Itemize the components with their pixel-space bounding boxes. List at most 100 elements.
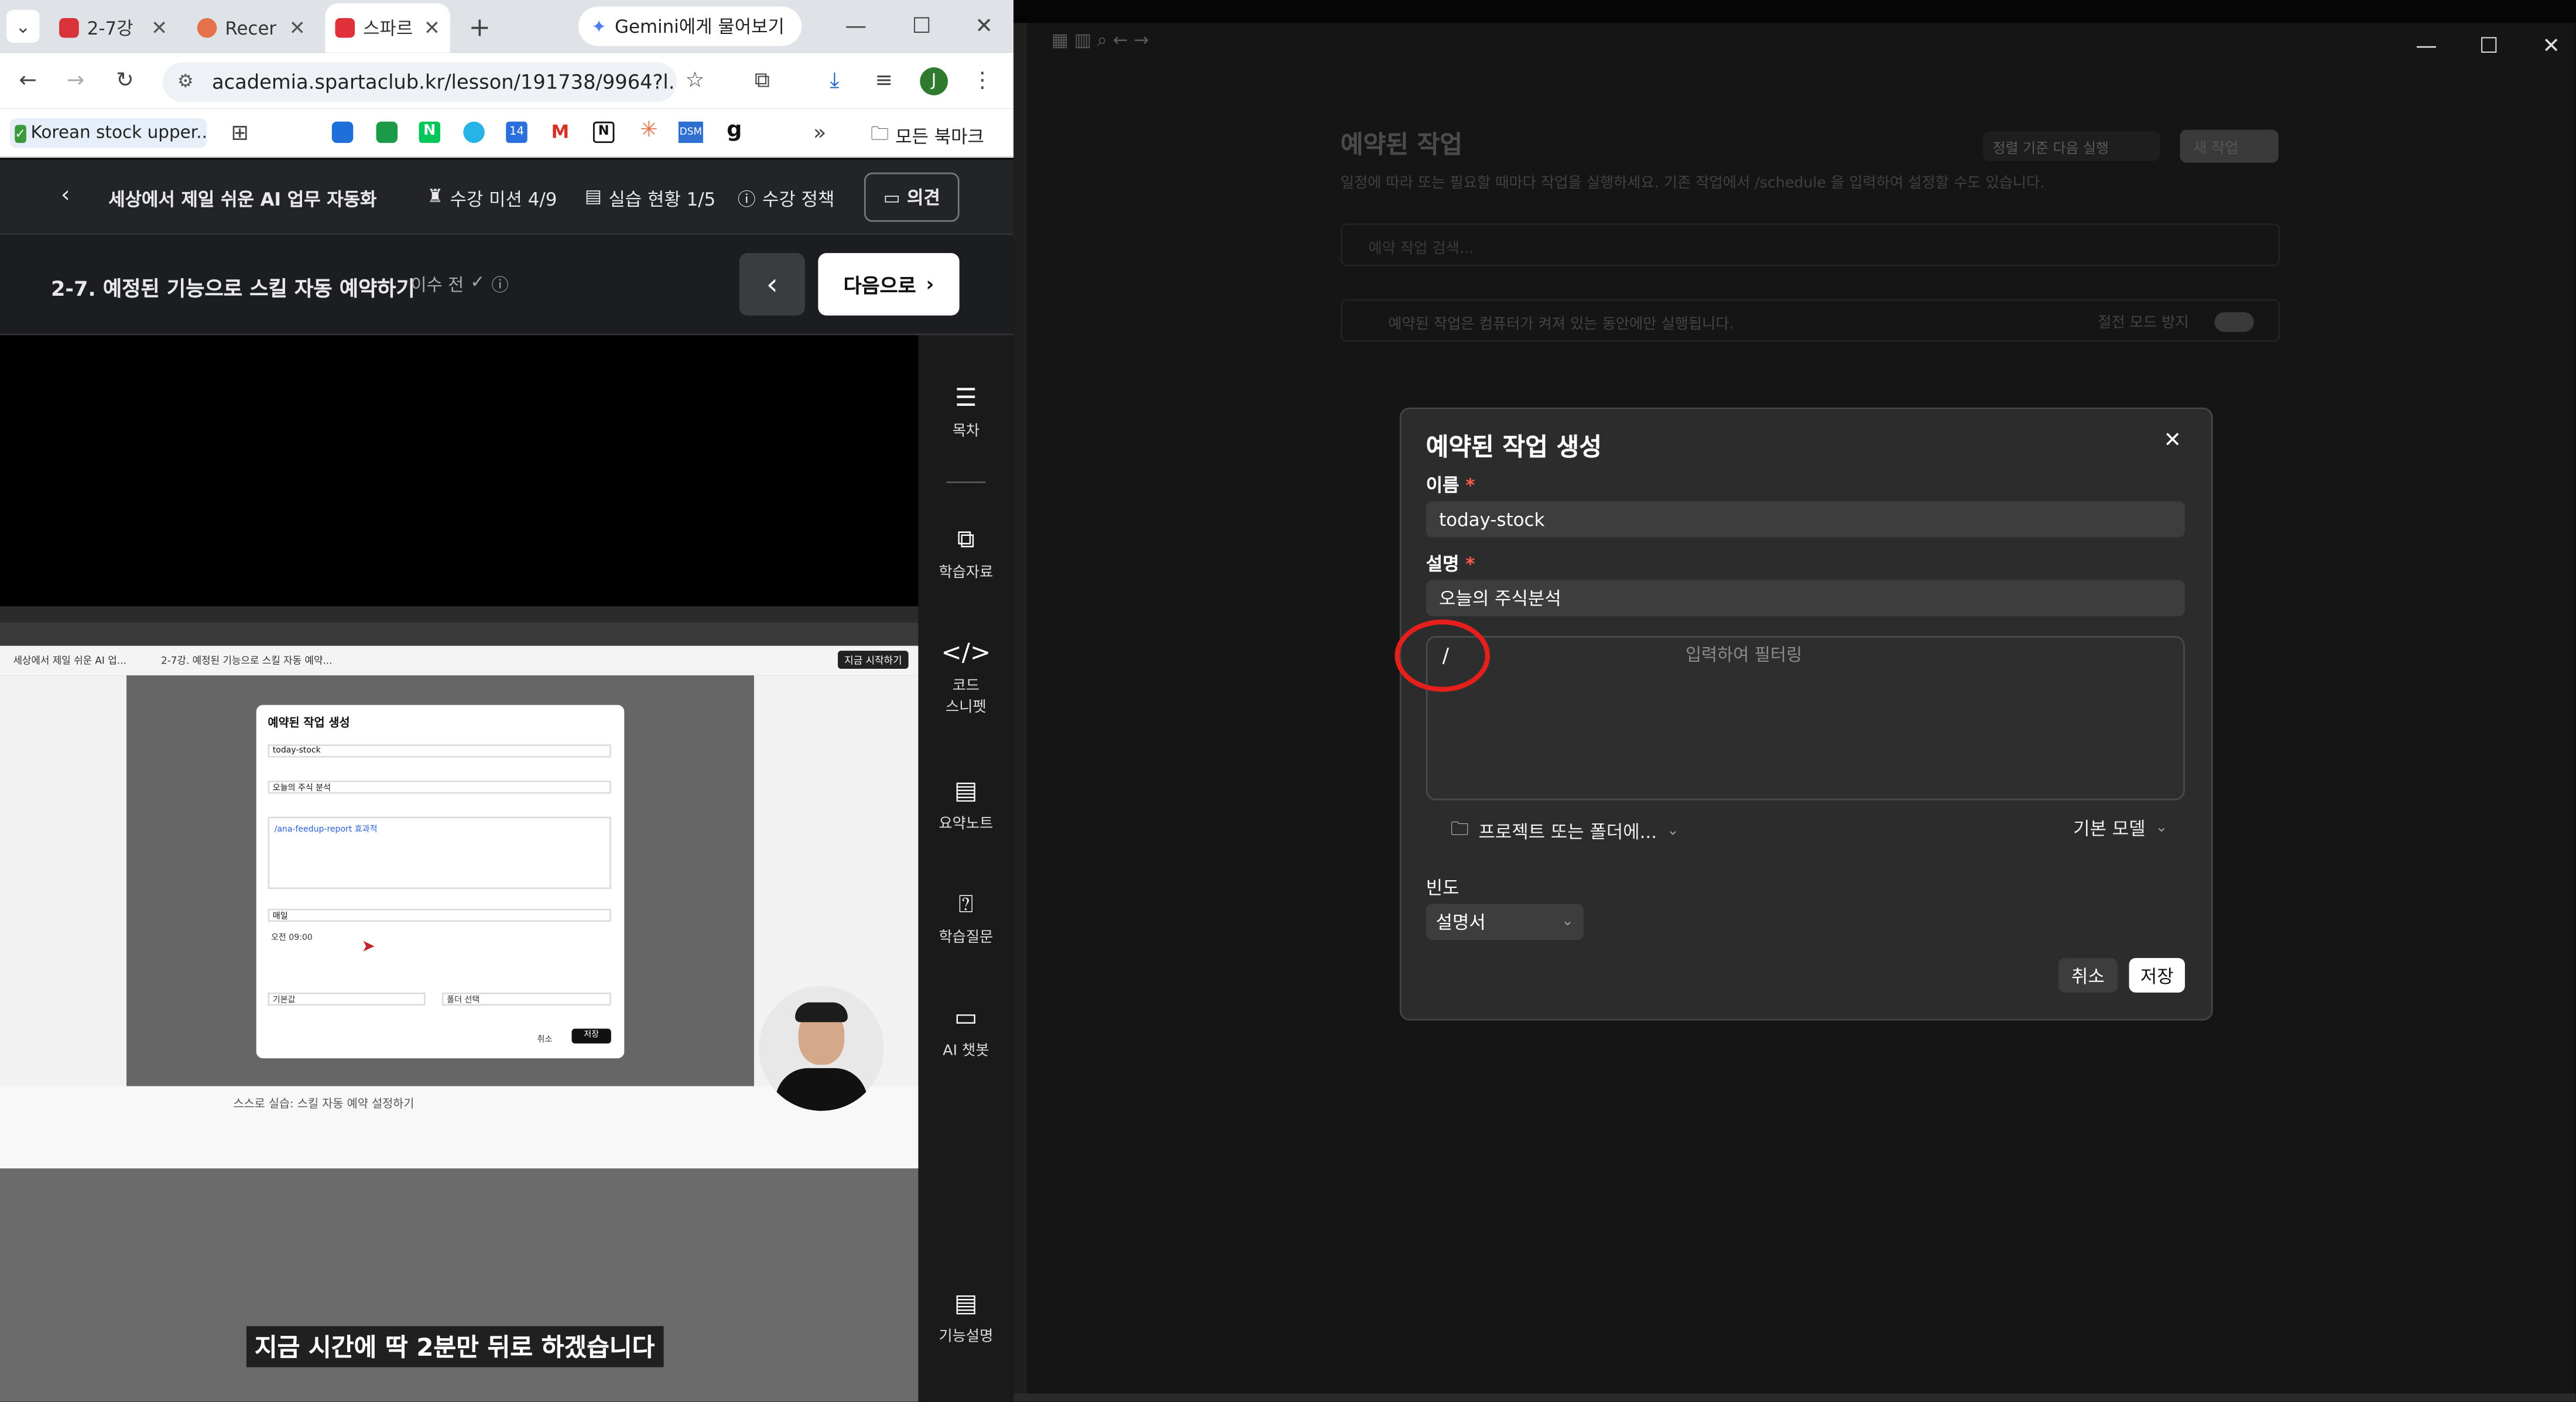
bg-search-field: 예약 작업 검색... xyxy=(1340,223,2280,266)
downloads-icon[interactable]: ⤓ xyxy=(820,66,849,95)
rail-label: AI 챗봇 xyxy=(943,1043,989,1060)
required-mark: * xyxy=(1465,474,1475,497)
gemini-button[interactable]: ✦ Gemini에게 물어보기 xyxy=(578,6,802,46)
presenter-webcam xyxy=(759,986,884,1111)
forward-icon[interactable]: → xyxy=(61,66,91,95)
bg-page-title: 예약된 작업 xyxy=(1340,129,1462,160)
bg-new-task-button: 새 작업 xyxy=(2180,129,2279,163)
back-chevron-icon[interactable]: ‹ xyxy=(61,182,70,208)
menu-icon[interactable]: ⋮ xyxy=(968,66,998,95)
model-label: 기본 모델 xyxy=(2073,818,2146,840)
desc-label: 설명 * xyxy=(1426,550,1475,577)
model-select[interactable]: 기본 모델 ⌄ xyxy=(2073,815,2167,842)
inner-tab-1: 세상에서 제일 쉬운 AI 업... xyxy=(13,655,126,668)
policy-label: 수강 정책 xyxy=(762,189,835,211)
g-icon[interactable]: g xyxy=(723,118,746,145)
cancel-button[interactable]: 취소 xyxy=(2058,958,2118,993)
name-label: 이름 * xyxy=(1426,471,1475,498)
checkbox-icon: ✓ xyxy=(15,124,26,142)
rail-code-snippet[interactable]: </> 코드 스니펫 xyxy=(919,638,1014,717)
green-app-icon[interactable] xyxy=(376,121,398,143)
inner-time: 오전 09:00 xyxy=(270,933,313,943)
inner-cancel: 취소 xyxy=(537,1035,553,1045)
close-icon[interactable]: ✕ xyxy=(424,16,440,39)
close-icon[interactable]: ✕ xyxy=(151,16,167,39)
back-icon[interactable]: ← xyxy=(13,66,43,95)
rail-toc[interactable]: ☰ 목차 xyxy=(919,383,1014,440)
inner-bottom-text: 스스로 실습: 스킬 자동 예약 설정하기 xyxy=(233,1097,415,1111)
window-top-strip xyxy=(1013,0,2576,23)
next-lesson-button[interactable]: 다음으로 › xyxy=(818,253,960,316)
frequency-select[interactable]: 설명서 ⌄ xyxy=(1426,904,1584,941)
tab-3-active[interactable]: 스파르 ✕ xyxy=(325,3,450,53)
bookmarks-overflow-icon[interactable]: » xyxy=(809,120,831,146)
site-info-icon[interactable]: ⚙ xyxy=(177,71,194,92)
help-icon[interactable]: ⓘ xyxy=(491,273,508,298)
app-minimize-button[interactable]: — xyxy=(2413,33,2440,59)
chevron-right-icon: › xyxy=(926,272,934,296)
tab-label: 2-7강 xyxy=(87,18,133,40)
new-tab-button[interactable]: + xyxy=(463,10,496,43)
gmail-icon[interactable]: M xyxy=(549,122,571,143)
feedback-label: 의견 xyxy=(907,187,940,209)
save-button[interactable]: 저장 xyxy=(2129,958,2185,993)
star-icon[interactable]: ☆ xyxy=(680,66,710,95)
rail-divider xyxy=(946,481,986,483)
dsm-icon[interactable]: DSM xyxy=(678,121,703,143)
tab-2[interactable]: Recer ✕ xyxy=(187,6,316,49)
inner-model-field: 기본값 xyxy=(268,992,426,1006)
create-scheduled-task-dialog: 예약된 작업 생성 ✕ 이름 * today-stock 설명 * 오늘의 주식… xyxy=(1395,407,2213,1021)
mission-status[interactable]: ♜ 수강 미션 4/9 xyxy=(427,186,557,212)
profile-avatar[interactable]: J xyxy=(920,67,948,95)
tab-1[interactable]: 2-7강 ✕ xyxy=(49,6,177,49)
rail-notes[interactable]: ▤ 요약노트 xyxy=(919,775,1014,833)
project-folder-select[interactable]: 🗀 프로젝트 또는 폴더에... ⌄ xyxy=(1451,815,1679,846)
inner-dialog: 예약된 작업 생성 today-stock 오늘의 주식 분석 /ana-fee… xyxy=(256,705,625,1059)
minimize-button[interactable]: — xyxy=(838,10,874,43)
prev-lesson-button[interactable]: ‹ xyxy=(739,253,805,316)
grid-icon[interactable]: ⊞ xyxy=(227,120,253,146)
notion-icon[interactable]: N xyxy=(592,121,615,143)
rail-features[interactable]: ▤ 기능설명 xyxy=(919,1288,1014,1346)
naver-icon[interactable]: N xyxy=(419,121,441,143)
extensions-icon[interactable]: ⧉ xyxy=(748,66,777,95)
app-maximize-button[interactable]: ☐ xyxy=(2476,33,2502,59)
maximize-button[interactable]: ☐ xyxy=(903,10,940,43)
practice-status[interactable]: ▤ 실습 현황 1/5 xyxy=(585,186,715,212)
name-input[interactable]: today-stock xyxy=(1426,501,2185,538)
rail-question[interactable]: ⍰ 학습질문 xyxy=(919,889,1014,946)
claude-icon[interactable]: ✳ xyxy=(638,118,660,143)
rail-chatbot[interactable]: ▭ AI 챗봇 xyxy=(919,1003,1014,1060)
reload-icon[interactable]: ↻ xyxy=(110,66,140,95)
rail-materials[interactable]: ⧉ 학습자료 xyxy=(919,524,1014,582)
note-icon: ▤ xyxy=(954,775,978,805)
chevron-down-icon: ⌄ xyxy=(1561,914,1574,931)
prompt-textarea[interactable]: / 입력하여 필터링 xyxy=(1426,635,2185,801)
tab-strip: ⌄ 2-7강 ✕ Recer ✕ 스파르 ✕ + ✦ Gemini에게 물어보기… xyxy=(0,0,1014,53)
inner-desc-field: 오늘의 주식 분석 xyxy=(268,780,611,794)
close-icon[interactable]: ✕ xyxy=(289,16,306,39)
dialog-title: 예약된 작업 생성 xyxy=(1426,432,1602,462)
feedback-button[interactable]: ▭ 의견 xyxy=(864,172,960,222)
calendar-icon[interactable]: 14 xyxy=(506,121,527,143)
lesson-header: 2-7. 예정된 기능으로 스킬 자동 예약하기 이수 전 ✓ ⓘ ‹ 다음으로… xyxy=(0,235,1014,336)
bookmark-korean-stock[interactable]: ✓ Korean stock upper... xyxy=(9,118,207,148)
inner-dialog-title: 예약된 작업 생성 xyxy=(268,716,350,730)
app-close-button[interactable]: ✕ xyxy=(2538,33,2564,59)
policy-link[interactable]: ⓘ 수강 정책 xyxy=(738,186,835,212)
tab-favicon xyxy=(197,18,217,38)
url-field[interactable]: ⚙ academia.spartaclub.kr/lesson/191738/9… xyxy=(162,62,677,102)
gemini-label: Gemini에게 물어보기 xyxy=(615,16,785,38)
media-icon[interactable]: ≡ xyxy=(869,66,899,95)
video-player[interactable]: 세상에서 제일 쉬운 AI 업... 2-7강. 예정된 기능으로 스킬 자동 … xyxy=(0,335,919,1402)
window-close-button[interactable]: ✕ xyxy=(966,10,1002,43)
all-bookmarks-folder[interactable]: 🗀 모든 북마크 xyxy=(871,120,984,151)
video-frame: 세상에서 제일 쉬운 AI 업... 2-7강. 예정된 기능으로 스킬 자동 … xyxy=(0,606,919,1402)
desc-input[interactable]: 오늘의 주식분석 xyxy=(1426,580,2185,617)
close-icon[interactable]: ✕ xyxy=(2164,429,2182,453)
circle-app-icon[interactable] xyxy=(463,121,485,143)
tab-list-button[interactable]: ⌄ xyxy=(6,9,40,43)
copy-icon: ⧉ xyxy=(957,524,975,554)
status-label: 이수 전 xyxy=(410,276,464,296)
blue-app-icon[interactable] xyxy=(331,121,354,143)
